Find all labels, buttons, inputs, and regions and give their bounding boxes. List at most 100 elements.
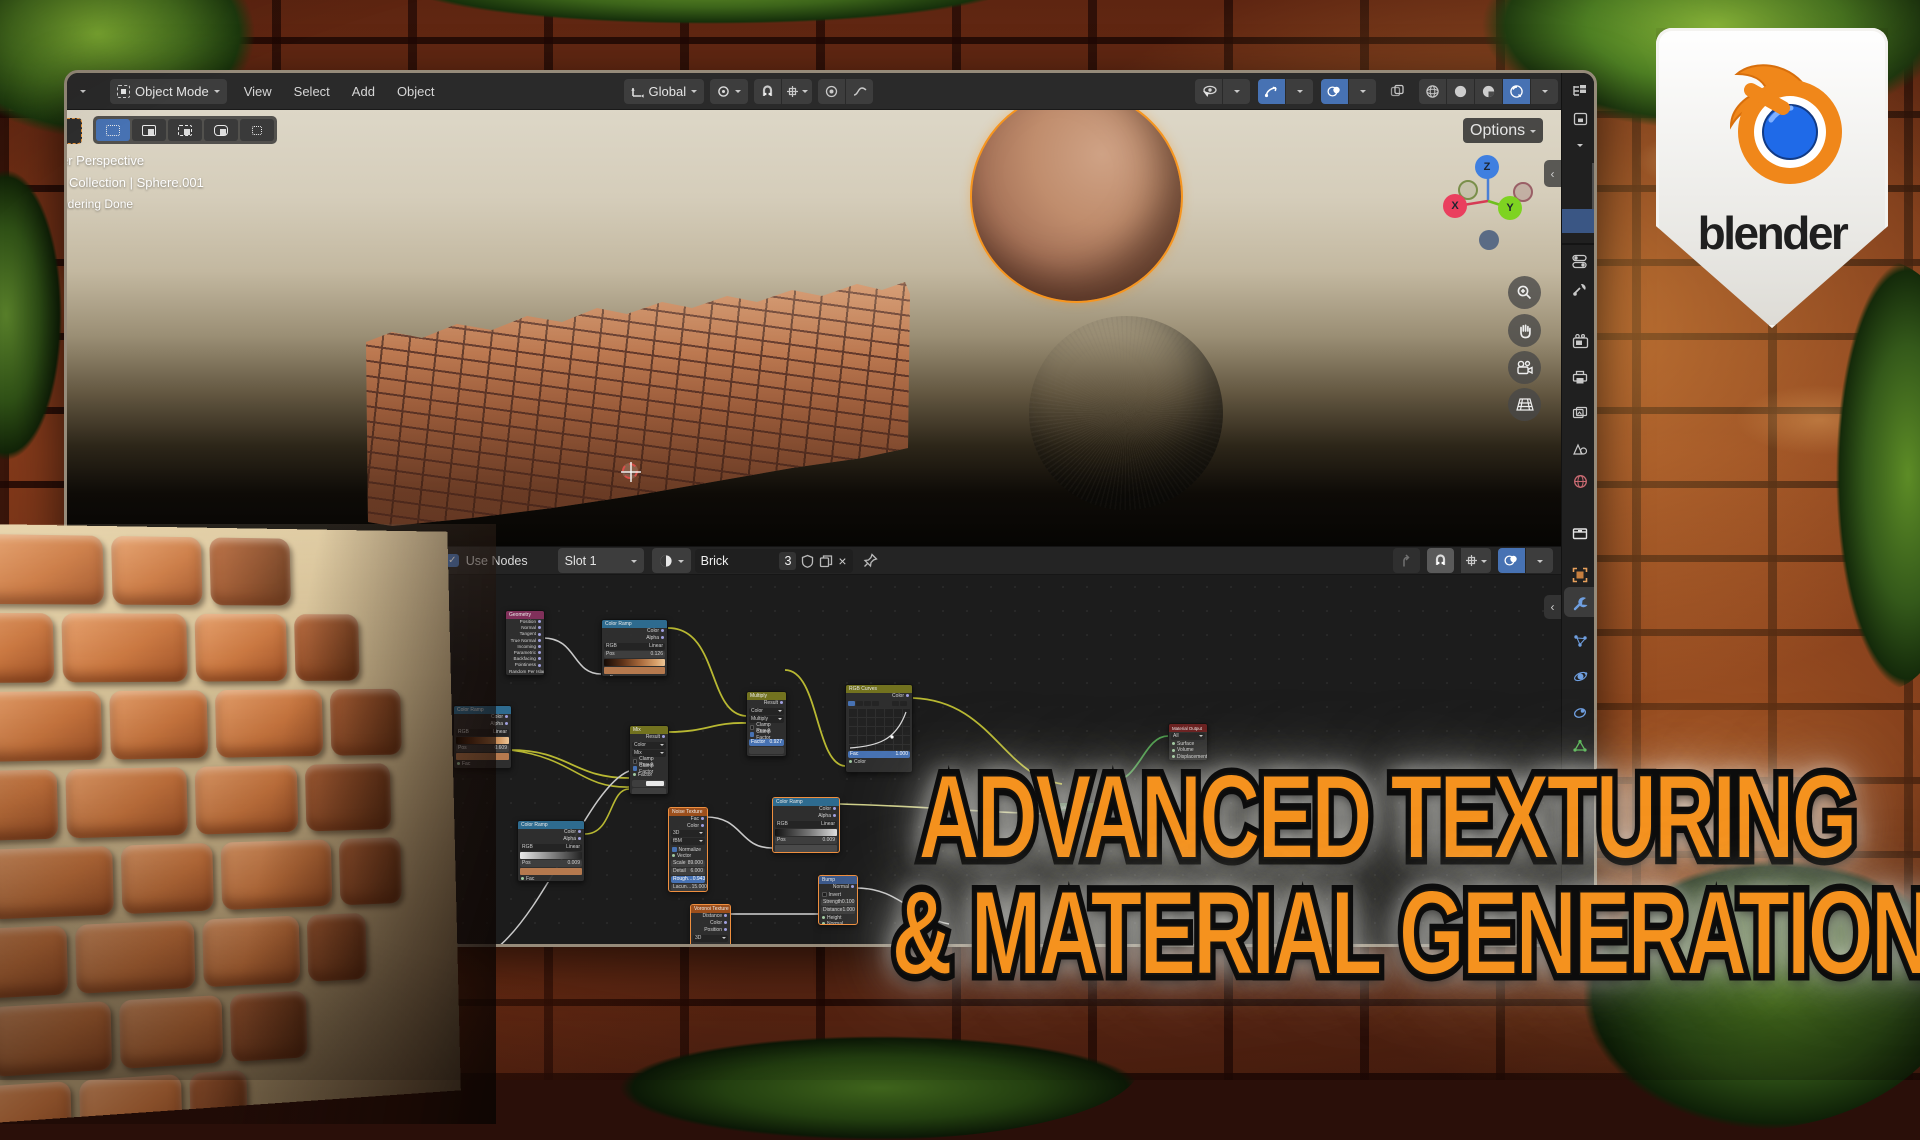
- node-bump[interactable]: Bump Normal Invert Strength 0.100 Distanc…: [818, 875, 858, 925]
- tab-object[interactable]: [1570, 565, 1590, 585]
- tab-tool[interactable]: [1570, 279, 1590, 299]
- xray-dropdown[interactable]: [1349, 78, 1376, 104]
- tab-output[interactable]: [1570, 367, 1590, 387]
- tab-modifiers[interactable]: [1570, 593, 1590, 613]
- dimensions-dropdown[interactable]: 3D: [673, 830, 679, 837]
- node-color-ramp-2[interactable]: Color Ramp Color Alpha RGB Linear Pos 0.60…: [453, 705, 512, 769]
- node-mix[interactable]: Mix Result Color Mix Clamp Result Clamp …: [629, 725, 669, 795]
- invert-checkbox[interactable]: [822, 892, 827, 897]
- lacunarity-value[interactable]: 15.000: [692, 884, 707, 891]
- dimensions-dropdown[interactable]: 3D: [695, 935, 701, 942]
- proportional-falloff-dropdown[interactable]: [846, 78, 874, 104]
- orientation-dropdown[interactable]: Global: [623, 78, 705, 104]
- options-dropdown[interactable]: Options: [1463, 118, 1544, 143]
- pos-value[interactable]: 0.609: [494, 745, 507, 752]
- curve-channel-buttons[interactable]: [846, 700, 912, 707]
- pos-value[interactable]: 0.009: [822, 837, 835, 844]
- active-tool-cursor[interactable]: [67, 118, 82, 144]
- ramp-interp[interactable]: Linear: [493, 729, 507, 736]
- shading-wireframe-button[interactable]: [1419, 78, 1446, 104]
- ramp-swatch[interactable]: [775, 845, 837, 852]
- zoom-button[interactable]: [1508, 276, 1541, 309]
- ramp-interp[interactable]: Linear: [649, 643, 663, 650]
- clamp-factor-checkbox[interactable]: [633, 766, 638, 771]
- sphere-brick-selected[interactable]: [970, 110, 1183, 303]
- tool-select-invert[interactable]: [204, 119, 238, 141]
- gizmo-x-axis[interactable]: X: [1443, 194, 1467, 218]
- input-b[interactable]: [632, 788, 666, 794]
- menu-item[interactable]: Add: [341, 84, 386, 99]
- parent-tree-button[interactable]: [1393, 548, 1420, 573]
- pos-value[interactable]: 0.126: [650, 651, 663, 658]
- tool-select-subtract[interactable]: [168, 119, 202, 141]
- node-sidebar-tab[interactable]: ‹: [1544, 595, 1561, 619]
- ramp-gradient[interactable]: [520, 852, 582, 859]
- input-b[interactable]: [749, 755, 784, 756]
- mode-dropdown[interactable]: Object Mode: [110, 78, 227, 104]
- perspective-toggle-button[interactable]: [1508, 388, 1541, 421]
- outliner-tree-icon[interactable]: [1570, 81, 1590, 101]
- slot-dropdown[interactable]: Slot 1: [557, 548, 644, 573]
- detail-value[interactable]: 6.000: [690, 868, 703, 875]
- curve-editor[interactable]: [848, 708, 910, 750]
- node-overlay-toggle[interactable]: [1498, 548, 1525, 573]
- tab-constraints[interactable]: [1570, 702, 1590, 722]
- ramp-interp[interactable]: Linear: [566, 844, 580, 851]
- mix-type[interactable]: Color: [634, 742, 646, 749]
- tab-render[interactable]: [1570, 331, 1590, 351]
- node-snap-target-dropdown[interactable]: [1461, 548, 1491, 573]
- ramp-gradient[interactable]: [775, 829, 837, 836]
- copy-material-icon[interactable]: [819, 554, 833, 568]
- properties-toggles-icon[interactable]: [1570, 251, 1590, 271]
- ramp-swatch[interactable]: [604, 667, 665, 674]
- ramp-mode[interactable]: RGB: [606, 643, 617, 650]
- tool-select-intersect[interactable]: [240, 119, 274, 141]
- proportional-editing-toggle[interactable]: [818, 78, 846, 104]
- fake-user-shield-icon[interactable]: [801, 554, 814, 568]
- factor-value[interactable]: 0.927: [769, 739, 782, 746]
- pos-value[interactable]: 0.009: [567, 860, 580, 867]
- shading-solid-button[interactable]: [1447, 78, 1474, 104]
- node-color-ramp-1[interactable]: Color Ramp Color Alpha RGB Linear Pos 0.12…: [601, 619, 668, 677]
- toggle-xray-button[interactable]: [1384, 79, 1411, 104]
- material-users-count[interactable]: 3: [779, 551, 797, 570]
- shading-material-button[interactable]: [1475, 78, 1502, 104]
- node-voronoi-texture[interactable]: Voronoi Texture Distance Color Position 3D: [690, 904, 731, 944]
- node-color-ramp-4[interactable]: Color Ramp Color Alpha RGB Linear Pos 0.00…: [772, 797, 840, 853]
- input-a[interactable]: [749, 747, 784, 754]
- material-name-field[interactable]: Brick 3 ×: [694, 548, 853, 573]
- navigation-gizmo[interactable]: Z X Y: [1435, 152, 1547, 264]
- node-rgb-curves[interactable]: RGB Curves Color Fac 1.000 Color: [845, 684, 913, 773]
- gizmo-y-axis[interactable]: Y: [1498, 196, 1522, 220]
- overlays-toggle[interactable]: [1258, 78, 1285, 104]
- scale-value[interactable]: 89.000: [688, 860, 703, 867]
- pan-button[interactable]: [1508, 314, 1541, 347]
- editor-type-dropdown[interactable]: [69, 79, 96, 104]
- shading-dropdown[interactable]: [1531, 78, 1558, 104]
- outliner-filter-icon[interactable]: [1570, 109, 1590, 129]
- outliner-selected-row[interactable]: [1562, 209, 1594, 233]
- distance-value[interactable]: 1.000: [842, 907, 855, 914]
- pivot-dropdown[interactable]: [710, 78, 749, 104]
- gizmo-z-axis[interactable]: Z: [1475, 155, 1499, 179]
- ramp-mode[interactable]: RGB: [777, 821, 788, 828]
- tab-physics[interactable]: [1570, 666, 1590, 686]
- menu-item[interactable]: View: [233, 84, 283, 99]
- outliner-collapse-chevron[interactable]: [1570, 135, 1590, 155]
- ramp-swatch[interactable]: [520, 868, 582, 875]
- tab-world[interactable]: [1570, 471, 1590, 491]
- fac-value[interactable]: 1.000: [895, 751, 908, 758]
- mix-type[interactable]: Color: [751, 708, 763, 715]
- clamp-result-checkbox[interactable]: [750, 725, 755, 730]
- tool-select-extend[interactable]: [132, 119, 166, 141]
- node-noise-texture[interactable]: Noise Texture Fac Color 3D fBM Normalize…: [668, 807, 708, 892]
- node-color-ramp-3[interactable]: Color Ramp Color Alpha RGB Linear Pos 0.00…: [517, 820, 585, 882]
- normalize-checkbox[interactable]: [672, 847, 677, 852]
- input-a[interactable]: [632, 780, 666, 787]
- sphere-concrete[interactable]: [1029, 316, 1223, 510]
- unlink-material-icon[interactable]: ×: [838, 553, 846, 569]
- node-geometry[interactable]: Geometry Position Normal Tangent True Norma…: [505, 610, 545, 676]
- strength-value[interactable]: 0.100: [842, 899, 855, 906]
- ramp-gradient[interactable]: [456, 737, 509, 744]
- snap-target-dropdown[interactable]: [782, 78, 813, 104]
